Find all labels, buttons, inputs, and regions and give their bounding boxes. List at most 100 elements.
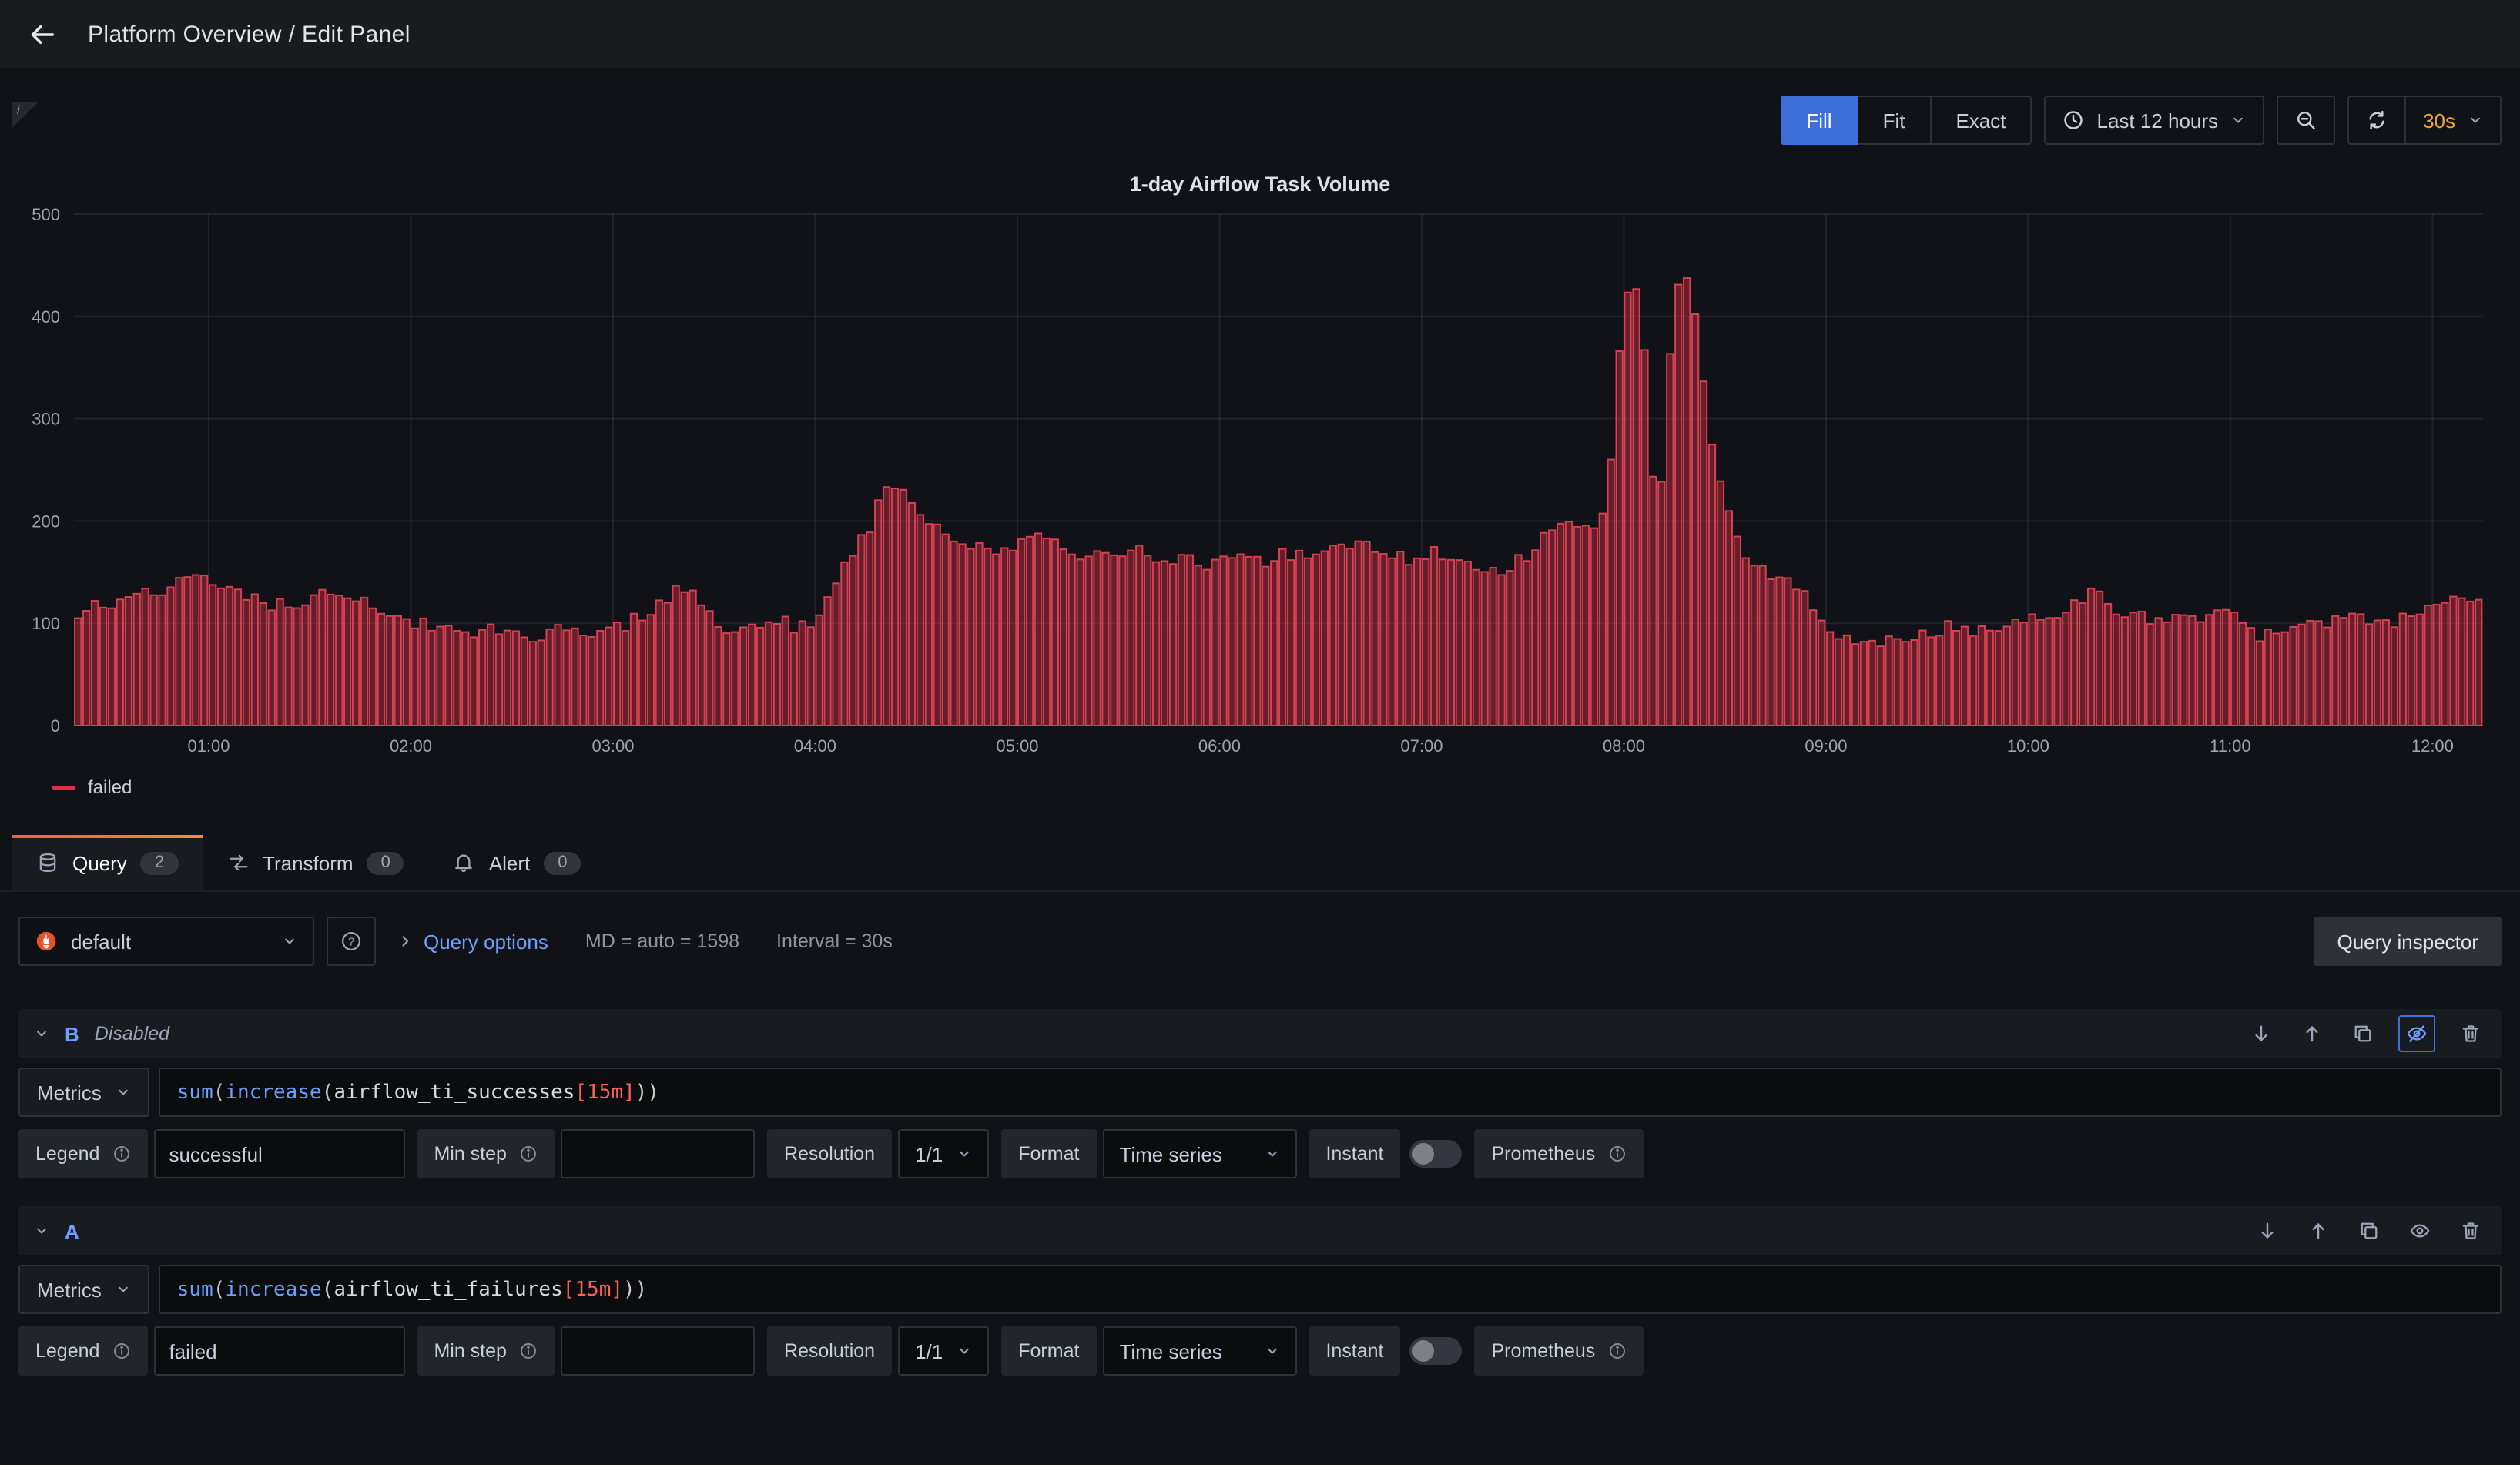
code-token: sum bbox=[177, 1278, 213, 1301]
query-b-header: B Disabled bbox=[18, 1009, 2502, 1058]
min-step-input[interactable] bbox=[561, 1326, 755, 1376]
arrow-down-icon bbox=[2257, 1220, 2278, 1242]
svg-text:400: 400 bbox=[32, 307, 60, 327]
panel-info-corner-icon[interactable]: i bbox=[12, 102, 39, 128]
delete-query-button[interactable] bbox=[2455, 1018, 2486, 1049]
instant-label-chip: Instant bbox=[1309, 1129, 1400, 1178]
resolution-select[interactable]: 1/1 bbox=[898, 1129, 989, 1178]
time-series-chart[interactable]: 010020030040050001:0002:0003:0004:0005:0… bbox=[12, 205, 2508, 773]
time-range-picker[interactable]: Last 12 hours bbox=[2045, 96, 2265, 145]
resolution-label-chip: Resolution bbox=[767, 1129, 892, 1178]
failed-series-chart-svg[interactable]: 010020030040050001:0002:0003:0004:0005:0… bbox=[12, 205, 2508, 769]
database-icon bbox=[37, 852, 59, 873]
datasource-indicator-chip: Prometheus bbox=[1475, 1129, 1644, 1178]
chevron-down-icon bbox=[2468, 112, 2483, 128]
query-actions bbox=[2246, 1015, 2486, 1052]
collapse-chevron-icon[interactable] bbox=[34, 1223, 49, 1239]
duplicate-query-button[interactable] bbox=[2354, 1215, 2384, 1246]
query-card-a: A Metrics sum(increase(airflow_ti_failur… bbox=[18, 1206, 2502, 1376]
datasource-row: default ? Query options MD = auto = 1598… bbox=[18, 917, 2502, 966]
datasource-help-button[interactable]: ? bbox=[327, 917, 376, 966]
promql-expression-input[interactable]: sum(increase(airflow_ti_successes[15m])) bbox=[159, 1068, 2502, 1117]
query-ref-id[interactable]: B bbox=[65, 1022, 79, 1045]
view-mode-group: Fill Fit Exact bbox=[1780, 96, 2032, 145]
resolution-select[interactable]: 1/1 bbox=[898, 1326, 989, 1376]
info-icon bbox=[1607, 1145, 1626, 1163]
legend-label-chip: Legend bbox=[18, 1326, 147, 1376]
format-select[interactable]: Time series bbox=[1102, 1129, 1296, 1178]
svg-text:0: 0 bbox=[51, 716, 60, 736]
view-mode-fill-button[interactable]: Fill bbox=[1780, 96, 1858, 145]
query-a-options-row: Legend Min step Resolution 1/1 Format Ti… bbox=[18, 1326, 2502, 1376]
search-minus-icon bbox=[2295, 109, 2317, 131]
min-step-input[interactable] bbox=[561, 1129, 755, 1178]
query-ref-id[interactable]: A bbox=[65, 1219, 79, 1242]
instant-label-chip: Instant bbox=[1309, 1326, 1400, 1376]
bell-icon bbox=[454, 852, 475, 873]
toggle-query-visibility-button[interactable] bbox=[2398, 1015, 2435, 1052]
query-actions bbox=[2252, 1215, 2486, 1246]
format-select[interactable]: Time series bbox=[1102, 1326, 1296, 1376]
move-query-up-button[interactable] bbox=[2297, 1018, 2327, 1049]
delete-query-button[interactable] bbox=[2455, 1215, 2486, 1246]
code-token: ( bbox=[213, 1081, 226, 1104]
svg-text:10:00: 10:00 bbox=[2007, 736, 2049, 756]
svg-text:09:00: 09:00 bbox=[1805, 736, 1847, 756]
info-icon bbox=[1607, 1342, 1626, 1360]
prometheus-icon bbox=[35, 930, 57, 952]
tab-alert[interactable]: Alert 0 bbox=[429, 835, 606, 890]
view-mode-exact-button[interactable]: Exact bbox=[1931, 96, 2032, 145]
transform-icon bbox=[227, 852, 249, 873]
query-card-b: B Disabled Metrics sum(increase(airflow_… bbox=[18, 1009, 2502, 1178]
copy-icon bbox=[2358, 1220, 2380, 1242]
legend-format-input[interactable] bbox=[153, 1129, 404, 1178]
zoom-out-button[interactable] bbox=[2277, 96, 2335, 145]
legend-format-input[interactable] bbox=[153, 1326, 404, 1376]
min-step-label-chip: Min step bbox=[417, 1129, 555, 1178]
svg-text:?: ? bbox=[348, 936, 354, 948]
datasource-name: default bbox=[71, 930, 268, 953]
instant-toggle[interactable] bbox=[1410, 1140, 1463, 1168]
datasource-picker[interactable]: default bbox=[18, 917, 314, 966]
tab-alert-count: 0 bbox=[544, 851, 581, 874]
chevron-down-icon bbox=[957, 1343, 972, 1359]
eye-slash-icon bbox=[2406, 1023, 2428, 1044]
datasource-indicator-chip: Prometheus bbox=[1475, 1326, 1644, 1376]
arrow-left-icon bbox=[28, 19, 57, 49]
code-token: )) bbox=[635, 1081, 659, 1104]
tab-transform[interactable]: Transform 0 bbox=[203, 835, 429, 890]
svg-text:100: 100 bbox=[32, 614, 60, 633]
move-query-up-button[interactable] bbox=[2303, 1215, 2334, 1246]
duplicate-query-button[interactable] bbox=[2347, 1018, 2378, 1049]
chevron-down-icon bbox=[116, 1085, 131, 1100]
query-inspector-button[interactable]: Query inspector bbox=[2314, 917, 2502, 966]
metrics-mode-select[interactable]: Metrics bbox=[18, 1265, 149, 1314]
toggle-query-visibility-button[interactable] bbox=[2404, 1215, 2435, 1246]
svg-text:02:00: 02:00 bbox=[390, 736, 432, 756]
svg-text:11:00: 11:00 bbox=[2210, 736, 2250, 756]
tab-query[interactable]: Query 2 bbox=[12, 835, 203, 890]
move-query-down-button[interactable] bbox=[2252, 1215, 2283, 1246]
view-mode-fit-button[interactable]: Fit bbox=[1858, 96, 1932, 145]
refresh-button[interactable] bbox=[2347, 96, 2406, 145]
metrics-mode-select[interactable]: Metrics bbox=[18, 1068, 149, 1117]
promql-expression-input[interactable]: sum(increase(airflow_ti_failures[15m])) bbox=[159, 1265, 2502, 1314]
move-query-down-button[interactable] bbox=[2246, 1018, 2277, 1049]
question-circle-icon: ? bbox=[340, 930, 362, 952]
instant-toggle[interactable] bbox=[1410, 1337, 1463, 1365]
back-button[interactable] bbox=[28, 19, 57, 49]
legend-label-chip: Legend bbox=[18, 1129, 147, 1178]
chevron-right-icon bbox=[397, 934, 413, 949]
collapse-chevron-icon[interactable] bbox=[34, 1026, 49, 1041]
chevron-down-icon bbox=[116, 1282, 131, 1297]
info-icon bbox=[112, 1342, 130, 1360]
tab-query-label: Query bbox=[72, 851, 127, 874]
edit-toolbar: Fill Fit Exact Last 12 hours 30s bbox=[0, 68, 2520, 160]
svg-text:300: 300 bbox=[32, 410, 60, 429]
svg-text:04:00: 04:00 bbox=[794, 736, 836, 756]
legend-series-label[interactable]: failed bbox=[88, 776, 132, 798]
eye-icon bbox=[2409, 1220, 2431, 1242]
refresh-interval-picker[interactable]: 30s bbox=[2406, 96, 2502, 145]
time-range-label: Last 12 hours bbox=[2097, 109, 2219, 132]
query-options-toggle[interactable]: Query options bbox=[397, 930, 548, 953]
